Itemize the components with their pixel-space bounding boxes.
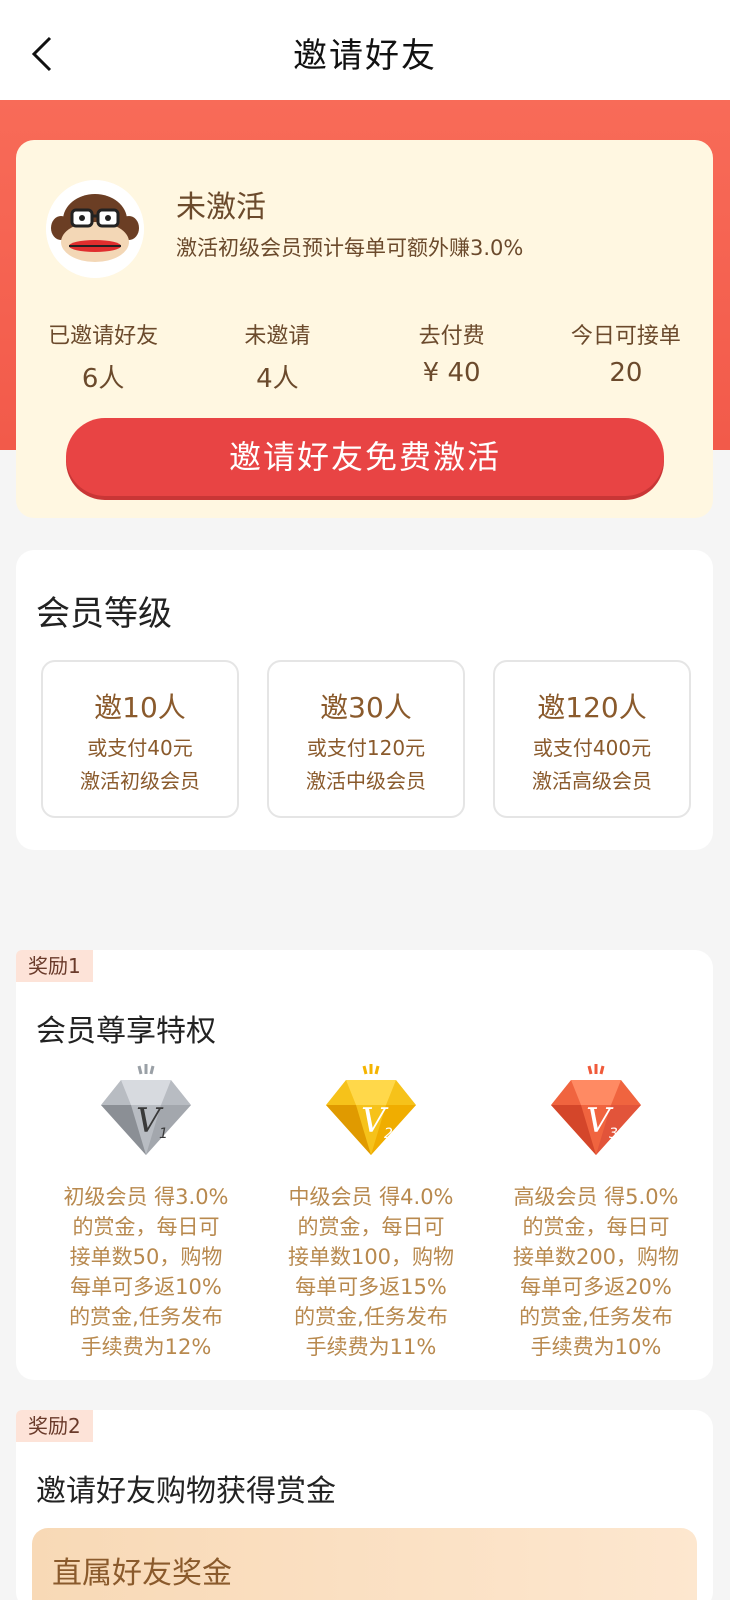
- reward2-card: 奖励2 邀请好友购物获得赏金 直属好友奖金: [16, 1410, 713, 1600]
- tier-advanced[interactable]: 邀120人 或支付400元 激活高级会员: [493, 660, 691, 818]
- page-title: 邀请好友: [293, 36, 437, 76]
- stat-value: 20: [609, 358, 643, 388]
- status-description: 激活初级会员预计每单可额外赚3.0%: [176, 236, 524, 260]
- direct-friend-bonus-panel: 直属好友奖金: [32, 1528, 697, 1600]
- avatar: [46, 180, 144, 278]
- tier-level: 激活中级会员: [306, 769, 426, 793]
- tier-requirement: 邀30人: [320, 691, 412, 724]
- tier-price: 或支付400元: [532, 736, 652, 760]
- diamond-v1-icon: V 1: [101, 1064, 191, 1155]
- stat-value: ¥ 40: [422, 358, 481, 388]
- tier-requirement: 邀120人: [537, 691, 647, 724]
- privilege-list: V 1 初级会员 得3.0% 的赏金，每日可 接单数50，购物 每单可多返10%…: [46, 1060, 696, 1362]
- stat-label: 未邀请: [244, 324, 311, 349]
- tier-basic[interactable]: 邀10人 或支付40元 激活初级会员: [41, 660, 239, 818]
- privilege-description: 中级会员 得4.0% 的赏金，每日可 接单数100，购物 每单可多返15% 的赏…: [287, 1185, 455, 1359]
- stat-value: 4人: [256, 364, 299, 394]
- top-bar: 邀请好友: [0, 0, 730, 100]
- svg-text:3: 3: [609, 1126, 618, 1142]
- privilege-basic: V 1 初级会员 得3.0% 的赏金，每日可 接单数50，购物 每单可多返10%…: [46, 1060, 246, 1362]
- stat-value: 6人: [81, 364, 125, 394]
- svg-text:1: 1: [159, 1126, 168, 1142]
- stat-pay[interactable]: 去付费 ¥ 40: [365, 318, 539, 395]
- tier-middle[interactable]: 邀30人 或支付120元 激活中级会员: [267, 660, 465, 818]
- bonus-title: 直属好友奖金: [52, 1556, 232, 1591]
- reward-tag: 奖励1: [16, 950, 93, 982]
- stat-label: 去付费: [418, 324, 485, 349]
- tier-level: 激活高级会员: [532, 769, 652, 793]
- tier-level: 激活初级会员: [80, 769, 200, 793]
- stat-label: 今日可接单: [570, 324, 681, 349]
- privilege-middle: V 2 中级会员 得4.0% 的赏金，每日可 接单数100，购物 每单可多返15…: [271, 1060, 471, 1362]
- membership-level-card: 会员等级 邀10人 或支付40元 激活初级会员 邀30人 或支付120元 激活中…: [16, 550, 713, 850]
- status-card: 未激活 激活初级会员预计每单可额外赚3.0% 已邀请好友 6人 未邀请 4人 去…: [16, 140, 713, 518]
- section-title: 会员尊享特权: [36, 1014, 216, 1049]
- diamond-v3-icon: V 3: [551, 1064, 641, 1155]
- reward1-card: 奖励1 会员尊享特权 V 1 初级会员 得3.0% 的赏金，每日可 接单数50，…: [16, 950, 713, 1380]
- section-title: 会员等级: [36, 594, 172, 634]
- privilege-description: 初级会员 得3.0% 的赏金，每日可 接单数50，购物 每单可多返10% 的赏金…: [63, 1185, 229, 1359]
- section-title: 邀请好友购物获得赏金: [36, 1474, 336, 1509]
- stats-row: 已邀请好友 6人 未邀请 4人 去付费 ¥ 40 今日可接单 20: [16, 318, 713, 395]
- tier-price: 或支付120元: [306, 736, 426, 760]
- status-title: 未激活: [176, 190, 266, 225]
- privilege-description: 高级会员 得5.0% 的赏金，每日可 接单数200，购物 每单可多返20% 的赏…: [512, 1185, 680, 1359]
- svg-text:2: 2: [384, 1126, 393, 1142]
- reward-tag: 奖励2: [16, 1410, 93, 1442]
- privilege-advanced: V 3 高级会员 得5.0% 的赏金，每日可 接单数200，购物 每单可多返20…: [496, 1060, 696, 1362]
- tier-requirement: 邀10人: [94, 691, 186, 724]
- stat-today-orders[interactable]: 今日可接单 20: [539, 318, 713, 395]
- monkey-avatar-icon: [46, 180, 144, 278]
- tier-list: 邀10人 或支付40元 激活初级会员 邀30人 或支付120元 激活中级会员 邀…: [41, 660, 691, 818]
- stat-invited[interactable]: 已邀请好友 6人: [16, 318, 190, 395]
- diamond-v2-icon: V 2: [326, 1064, 416, 1155]
- stat-not-invited[interactable]: 未邀请 4人: [190, 318, 364, 395]
- invite-activate-button[interactable]: 邀请好友免费激活: [66, 418, 664, 496]
- tier-price: 或支付40元: [87, 736, 193, 760]
- stat-label: 已邀请好友: [48, 324, 159, 349]
